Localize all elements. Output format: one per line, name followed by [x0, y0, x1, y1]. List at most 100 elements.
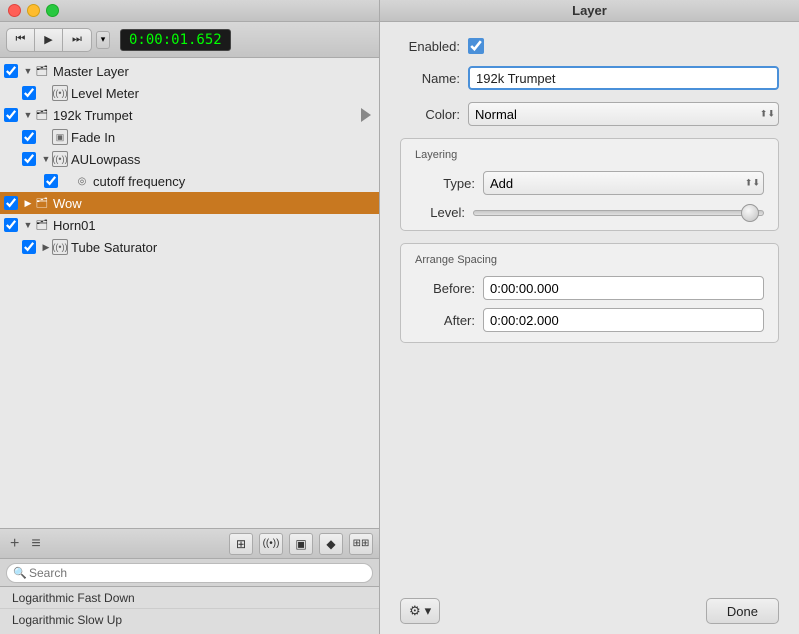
layer-name-master-layer: Master Layer [53, 64, 129, 79]
play-button[interactable]: ▶ [35, 29, 63, 51]
before-label: Before: [415, 281, 475, 296]
name-row: Name: [400, 66, 779, 90]
layer-name-horn01: Horn01 [53, 218, 96, 233]
layer-name-fade-in: Fade In [71, 130, 115, 145]
layer-checkbox-wow[interactable] [4, 196, 18, 210]
expand-arrow-aulowpass[interactable]: ▼ [40, 153, 52, 165]
list-menu-button[interactable]: ≡ [27, 535, 44, 553]
layer-item-master-layer[interactable]: ▼ 🗂 Master Layer [0, 60, 379, 82]
search-bar: 🔍 [0, 558, 379, 586]
grid-icon-button[interactable]: ⊞ [229, 533, 253, 555]
layer-list: ▼ 🗂 Master Layer ▶ ((•)) Level Meter ▼ 🗂… [0, 58, 379, 528]
arrange-spacing-title: Arrange Spacing [415, 254, 764, 266]
layer-item-tube-saturator[interactable]: ▶ ((•)) Tube Saturator [0, 236, 379, 258]
gear-dropdown-arrow: ▾ [425, 603, 432, 619]
layer-checkbox-aulowpass[interactable] [22, 152, 36, 166]
layer-item-192k-trumpet[interactable]: ▼ 🗂 192k Trumpet [0, 104, 379, 126]
close-button[interactable] [8, 4, 21, 17]
layer-checkbox-master-layer[interactable] [4, 64, 18, 78]
layer-checkbox-tube-saturator[interactable] [22, 240, 36, 254]
color-label: Color: [400, 107, 460, 122]
color-row: Color: Normal Red Orange Yellow Green Bl… [400, 102, 779, 126]
dialog-body: Enabled: Name: Color: Normal Red Orange … [380, 22, 799, 359]
knob-icon-cutoff: ◎ [74, 173, 90, 189]
bottom-icons: ⊞ ((•)) ▣ ◆ ⊞⊞ [229, 533, 373, 555]
left-panel: ⏮ ▶ ⏭ ▾ 0:00:01.652 ▼ 🗂 Master Layer ▶ (… [0, 0, 380, 634]
wave-icon-tube-saturator: ((•)) [52, 239, 68, 255]
layer-checkbox-192k-trumpet[interactable] [4, 108, 18, 122]
layer-checkbox-cutoff-frequency[interactable] [44, 174, 58, 188]
before-row: Before: [415, 276, 764, 300]
expand-arrow-wow[interactable]: ▶ [22, 197, 34, 209]
layer-item-aulowpass[interactable]: ▼ ((•)) AULowpass [0, 148, 379, 170]
diamond-icon-button[interactable]: ◆ [319, 533, 343, 555]
name-input[interactable] [468, 66, 779, 90]
expand-arrow-horn01[interactable]: ▼ [22, 219, 34, 231]
title-bar [0, 0, 379, 22]
layer-name-192k-trumpet: 192k Trumpet [53, 108, 133, 123]
wave-icon-button[interactable]: ((•)) [259, 533, 283, 555]
transport-toolbar: ⏮ ▶ ⏭ ▾ 0:00:01.652 [0, 22, 379, 58]
layer-name-level-meter: Level Meter [71, 86, 139, 101]
level-slider-thumb[interactable] [741, 204, 759, 222]
tiles-icon-button[interactable]: ⊞⊞ [349, 533, 373, 555]
preset-item-log-fast-down[interactable]: Logarithmic Fast Down [0, 587, 379, 609]
clip-icon-fade-in: ▣ [52, 129, 68, 145]
transport-controls: ⏮ ▶ ⏭ [6, 28, 92, 52]
layer-name-cutoff-frequency: cutoff frequency [93, 174, 185, 189]
done-button[interactable]: Done [706, 598, 779, 624]
layer-checkbox-fade-in[interactable] [22, 130, 36, 144]
folder-icon-master-layer: 🗂 [34, 63, 50, 79]
preset-item-log-slow-up[interactable]: Logarithmic Slow Up [0, 609, 379, 631]
transport-dropdown[interactable]: ▾ [96, 31, 110, 49]
layer-item-horn01[interactable]: ▼ 🗂 Horn01 [0, 214, 379, 236]
layer-checkbox-level-meter[interactable] [22, 86, 36, 100]
expand-arrow-192k-trumpet[interactable]: ▼ [22, 109, 34, 121]
layer-dialog: Layer Enabled: Name: Color: Normal Red O… [380, 0, 799, 634]
search-input[interactable] [6, 563, 373, 583]
expand-arrow-tube-saturator[interactable]: ▶ [40, 241, 52, 253]
enabled-label: Enabled: [400, 39, 460, 54]
after-input[interactable] [483, 308, 764, 332]
layer-name-tube-saturator: Tube Saturator [71, 240, 157, 255]
level-slider-track[interactable] [473, 210, 764, 216]
minimize-button[interactable] [27, 4, 40, 17]
bottom-toolbar: + ≡ ⊞ ((•)) ▣ ◆ ⊞⊞ [0, 528, 379, 558]
dialog-title: Layer [380, 0, 799, 22]
folder-icon-wow: 🗂 [34, 195, 50, 211]
type-row: Type: Add Multiply Screen Overlay Normal… [415, 171, 764, 195]
after-label: After: [415, 313, 475, 328]
time-display: 0:00:01.652 [120, 29, 231, 51]
preset-list: Logarithmic Fast Down Logarithmic Slow U… [0, 586, 379, 634]
expand-arrow-master-layer[interactable]: ▼ [22, 65, 34, 77]
name-label: Name: [400, 71, 460, 86]
layer-item-fade-in[interactable]: ▶ ▣ Fade In [0, 126, 379, 148]
gear-icon: ⚙ [409, 603, 421, 619]
folder-icon-192k-trumpet: 🗂 [34, 107, 50, 123]
forward-button[interactable]: ⏭ [63, 29, 91, 51]
arrange-spacing-section: Arrange Spacing Before: After: [400, 243, 779, 343]
layer-name-wow: Wow [53, 196, 82, 211]
type-label: Type: [415, 176, 475, 191]
type-select[interactable]: Add Multiply Screen Overlay Normal [483, 171, 764, 195]
layer-item-wow[interactable]: ▶ 🗂 Wow [0, 192, 379, 214]
gear-button[interactable]: ⚙ ▾ [400, 598, 440, 624]
enabled-row: Enabled: [400, 38, 779, 54]
level-label: Level: [415, 205, 465, 220]
maximize-button[interactable] [46, 4, 59, 17]
rewind-button[interactable]: ⏮ [7, 29, 35, 51]
dialog-footer: ⚙ ▾ Done [380, 588, 799, 634]
layer-name-aulowpass: AULowpass [71, 152, 140, 167]
before-input[interactable] [483, 276, 764, 300]
layer-checkbox-horn01[interactable] [4, 218, 18, 232]
layering-section: Layering Type: Add Multiply Screen Overl… [400, 138, 779, 231]
layer-item-cutoff-frequency[interactable]: ▶ ◎ cutoff frequency [0, 170, 379, 192]
color-select[interactable]: Normal Red Orange Yellow Green Blue [468, 102, 779, 126]
layer-item-level-meter[interactable]: ▶ ((•)) Level Meter [0, 82, 379, 104]
color-select-wrap: Normal Red Orange Yellow Green Blue ⬆⬇ [468, 102, 779, 126]
add-layer-button[interactable]: + [6, 535, 23, 553]
box-icon-button[interactable]: ▣ [289, 533, 313, 555]
enabled-checkbox[interactable] [468, 38, 484, 54]
layering-title: Layering [415, 149, 764, 161]
wave-icon-aulowpass: ((•)) [52, 151, 68, 167]
